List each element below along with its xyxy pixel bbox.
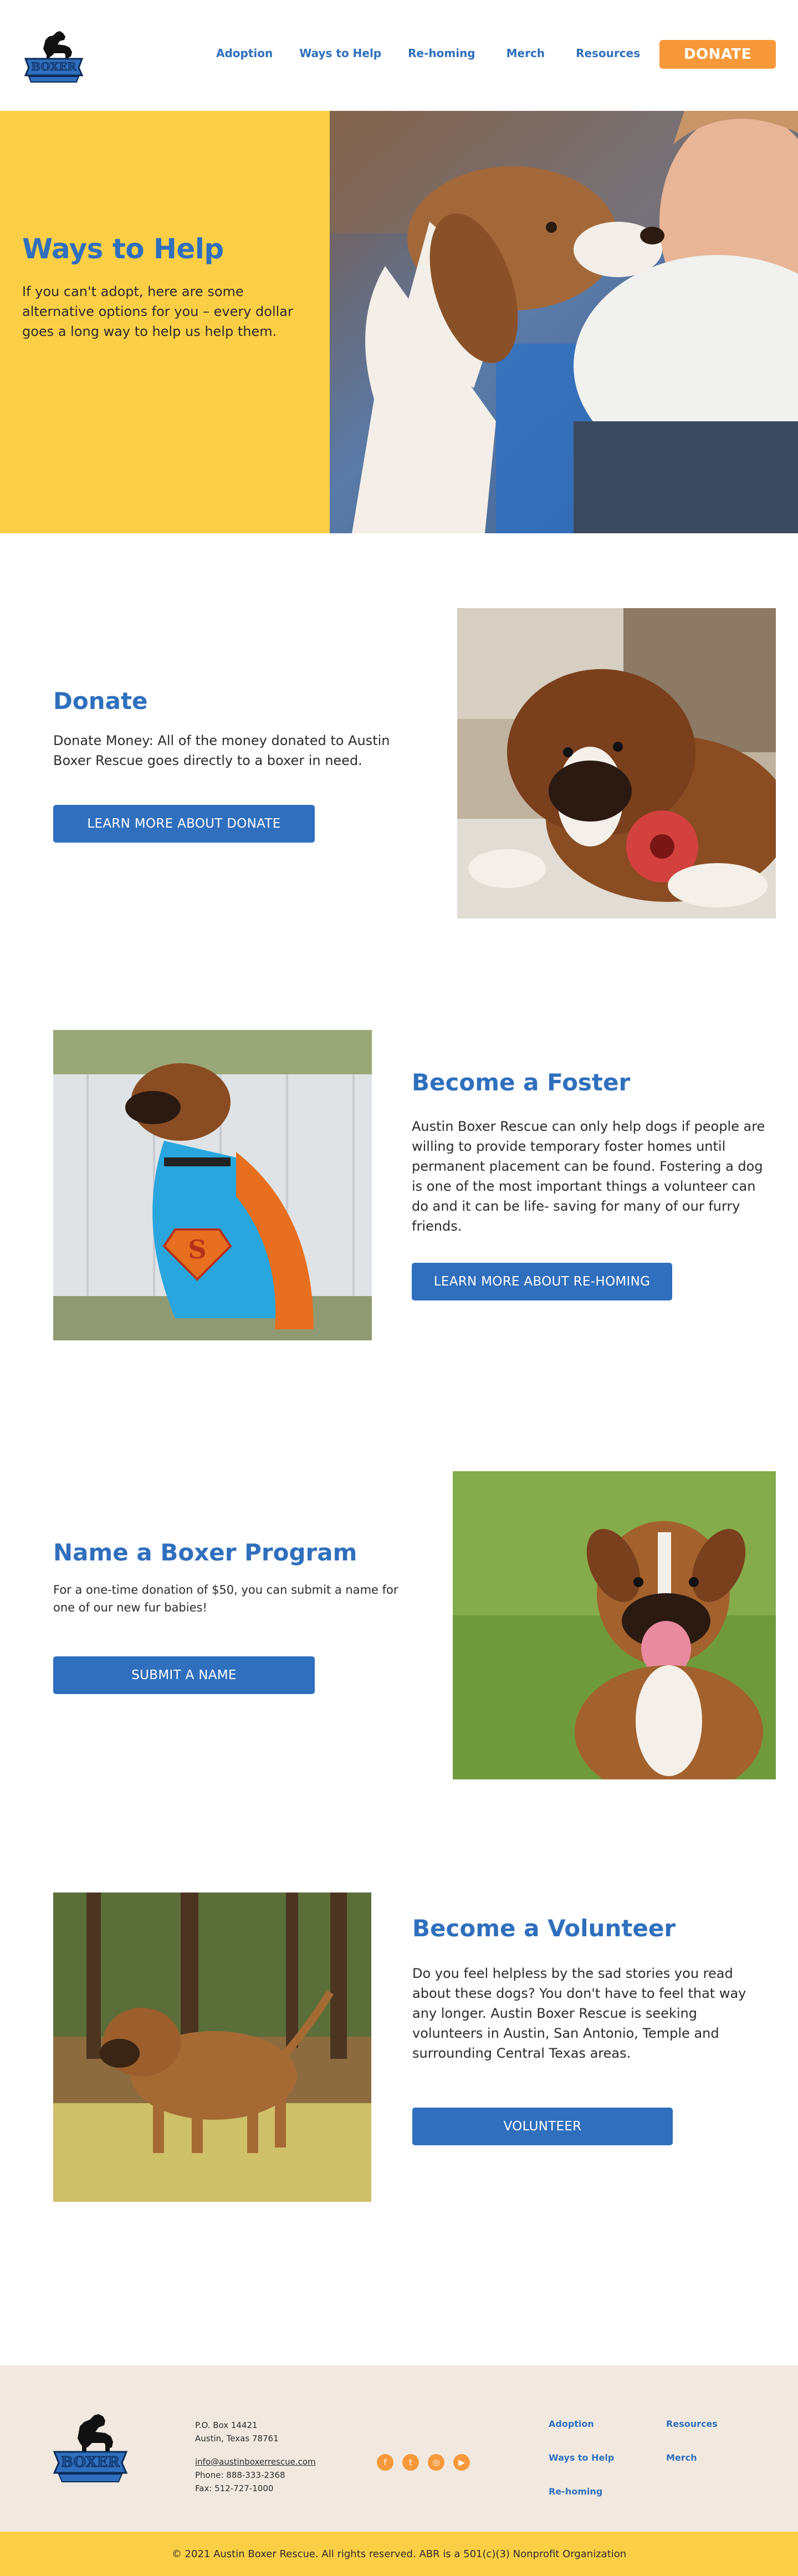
boxer-in-grass-photo (453, 1471, 776, 1779)
foster-title: Become a Foster (412, 1069, 631, 1096)
footer-address: P.O. Box 14421 Austin, Texas 78761 info@… (195, 2419, 316, 2495)
main-nav: Adoption Ways to Help Re-homing Merch Re… (216, 47, 667, 60)
boxer-superman-costume-photo: S (53, 1030, 372, 1340)
volunteer-title: Become a Volunteer (412, 1915, 676, 1942)
svg-text:BOXER: BOXER (31, 60, 76, 73)
footer-phone: Phone: 888-333-2368 (195, 2470, 285, 2480)
social-links: f t ◎ ▶ (377, 2454, 470, 2471)
footer-fax: Fax: 512-727-1000 (195, 2483, 274, 2493)
hero: Ways to Help If you can't adopt, here ar… (0, 111, 798, 533)
site-header: BOXER Adoption Ways to Help Re-homing Me… (0, 0, 798, 111)
name-program-title: Name a Boxer Program (53, 1539, 357, 1566)
donate-title: Donate (53, 687, 148, 715)
nav-adoption[interactable]: Adoption (216, 47, 273, 60)
name-program-text: For a one-time donation of $50, you can … (53, 1583, 398, 1614)
nav-ways-to-help[interactable]: Ways to Help (299, 47, 381, 60)
footer-link-merch[interactable]: Merch (666, 2452, 749, 2463)
foster-section: S Become a Foster Austin Boxer Rescue ca… (0, 1030, 798, 1471)
instagram-icon[interactable]: ◎ (428, 2454, 444, 2471)
learn-more-rehoming-button[interactable]: LEARN MORE ABOUT RE-HOMING (412, 1263, 672, 1300)
footer-boxer-logo[interactable]: BOXER (49, 2400, 132, 2488)
learn-more-donate-button[interactable]: LEARN MORE ABOUT DONATE (53, 805, 315, 843)
footer-nav: Adoption Resources Ways to Help Merch Re… (549, 2419, 749, 2497)
boxer-logo[interactable]: BOXER (21, 20, 86, 85)
volunteer-button[interactable]: VOLUNTEER (412, 2108, 673, 2145)
footer-email-link[interactable]: info@austinboxerrescue.com (195, 2455, 316, 2468)
footer-link-adoption[interactable]: Adoption (549, 2419, 666, 2429)
site-footer: BOXER P.O. Box 14421 Austin, Texas 78761… (0, 2365, 798, 2532)
copyright-text: © 2021 Austin Boxer Rescue. All rights r… (171, 2548, 627, 2560)
donate-text: Donate Money: All of the money donated t… (53, 733, 390, 768)
boxer-chewing-toy-photo (457, 608, 776, 919)
page-title: Ways to Help (22, 233, 224, 265)
svg-text:BOXER: BOXER (61, 2454, 120, 2471)
volunteer-text: Do you feel helpless by the sad stories … (412, 1966, 746, 2061)
nav-re-homing[interactable]: Re-homing (408, 47, 475, 60)
nav-resources[interactable]: Resources (576, 47, 640, 60)
nav-merch[interactable]: Merch (507, 47, 545, 60)
donate-section: Donate Donate Money: All of the money do… (0, 533, 798, 1030)
copyright-bar: © 2021 Austin Boxer Rescue. All rights r… (0, 2532, 798, 2576)
footer-link-ways-to-help[interactable]: Ways to Help (549, 2452, 666, 2463)
donate-button[interactable]: DONATE (659, 40, 776, 69)
svg-text:S: S (188, 1235, 206, 1264)
hero-photo-woman-and-dog (330, 111, 798, 533)
hero-text-panel: Ways to Help If you can't adopt, here ar… (0, 111, 330, 533)
facebook-icon[interactable]: f (377, 2454, 393, 2471)
foster-text: Austin Boxer Rescue can only help dogs i… (412, 1119, 765, 1234)
name-a-boxer-section: Name a Boxer Program For a one-time dona… (0, 1471, 798, 1893)
footer-link-re-homing[interactable]: Re-homing (549, 2486, 666, 2497)
volunteer-section: Become a Volunteer Do you feel helpless … (0, 1893, 798, 2365)
footer-link-resources[interactable]: Resources (666, 2419, 749, 2429)
address-line-1: P.O. Box 14421 (195, 2420, 258, 2430)
hero-description: If you can't adopt, here are some altern… (22, 284, 293, 339)
boxer-running-in-field-photo (53, 1893, 371, 2202)
address-line-2: Austin, Texas 78761 (195, 2434, 279, 2444)
submit-a-name-button[interactable]: SUBMIT A NAME (53, 1656, 315, 1694)
twitter-icon[interactable]: t (402, 2454, 419, 2471)
youtube-icon[interactable]: ▶ (453, 2454, 470, 2471)
